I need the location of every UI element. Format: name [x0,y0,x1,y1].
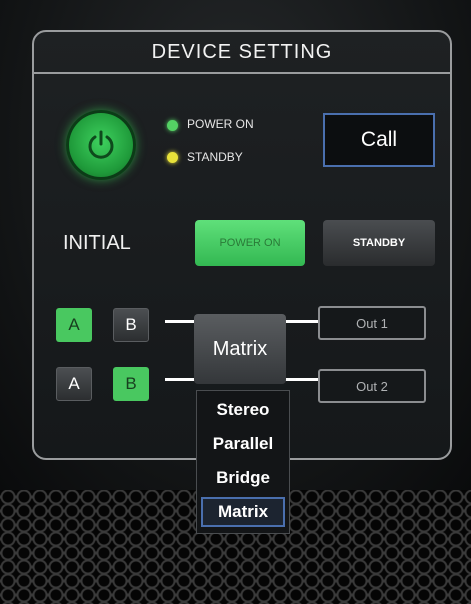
mode-dropdown: Stereo Parallel Bridge Matrix [196,390,290,534]
matrix-mode-button[interactable]: Matrix [194,314,286,384]
power-button[interactable] [66,110,136,180]
power-on-label: POWER ON [187,117,254,131]
standby-led [167,152,178,163]
channel-1-a-button[interactable]: A [56,308,92,342]
output-1[interactable]: Out 1 [318,306,426,340]
channel-2-a-button[interactable]: A [56,367,92,401]
power-icon [88,130,114,159]
wire-input-2 [165,378,195,381]
wire-output-1 [285,320,318,323]
mode-option-bridge[interactable]: Bridge [201,463,285,493]
initial-power-on-button[interactable]: POWER ON [195,220,305,266]
standby-label: STANDBY [187,150,243,164]
call-button[interactable]: Call [323,113,435,167]
mode-option-parallel[interactable]: Parallel [201,429,285,459]
power-on-led [167,120,178,131]
initial-label: INITIAL [63,232,131,254]
mode-option-matrix[interactable]: Matrix [201,497,285,527]
channel-1-b-button[interactable]: B [113,308,149,342]
panel-title: DEVICE SETTING [151,40,333,63]
wire-input-1 [165,320,195,323]
initial-standby-button[interactable]: STANDBY [323,220,435,266]
panel-header: DEVICE SETTING [34,32,450,74]
output-2[interactable]: Out 2 [318,369,426,403]
wire-output-2 [285,378,318,381]
channel-2-b-button[interactable]: B [113,367,149,401]
mode-option-stereo[interactable]: Stereo [201,395,285,425]
